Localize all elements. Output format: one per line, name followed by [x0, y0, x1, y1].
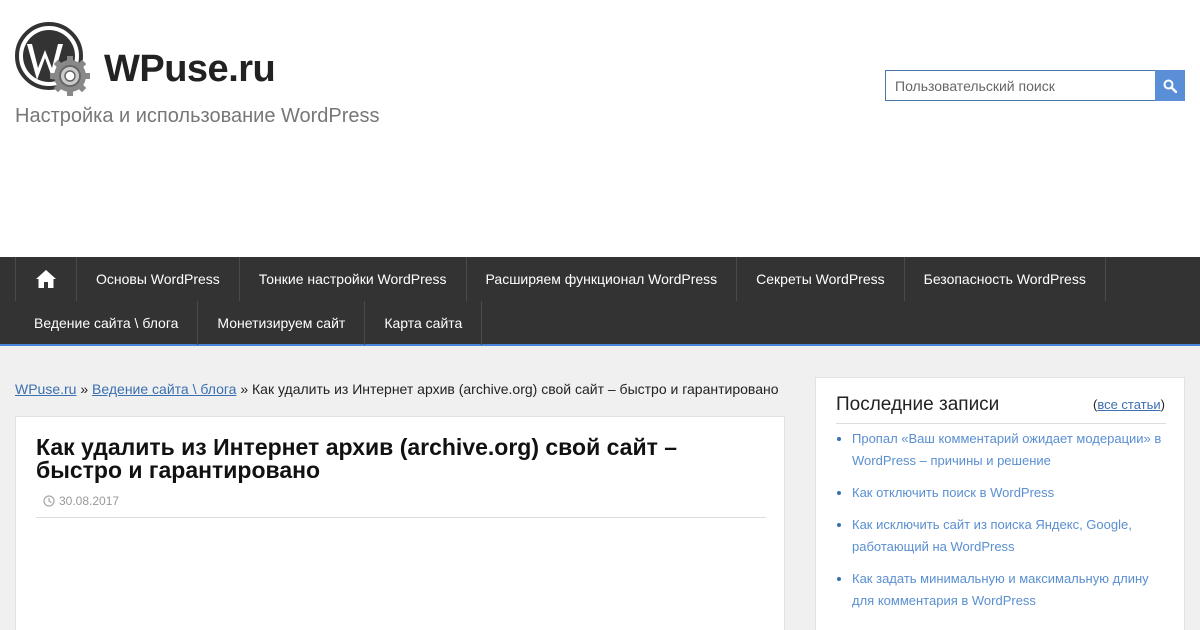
article-title: Как удалить из Интернет архив (archive.o… — [36, 434, 678, 483]
nav-item-secrets[interactable]: Секреты WordPress — [737, 257, 905, 301]
recent-post-link[interactable]: Как исключить сайт из поиска Яндекс, Goo… — [852, 517, 1132, 554]
article-card: Как удалить из Интернет архив (archive.o… — [15, 416, 785, 630]
nav-row-primary: Основы WordPress Тонкие настройки WordPr… — [15, 257, 1106, 301]
recent-post-link[interactable]: Как задать минимальную и максимальную дл… — [852, 571, 1149, 608]
recent-posts-list: Пропал «Ваш комментарий ожидает модераци… — [852, 428, 1168, 622]
nav-row-secondary: Ведение сайта \ блога Монетизируем сайт … — [15, 301, 483, 345]
nav-item-basics[interactable]: Основы WordPress — [77, 257, 240, 301]
nav-item-blogging[interactable]: Ведение сайта \ блога — [15, 301, 199, 345]
article-date-text: 30.08.2017 — [59, 494, 120, 508]
nav-item-monetize[interactable]: Монетизируем сайт — [198, 301, 366, 345]
site-logo[interactable]: WPuse.ru — [15, 22, 295, 98]
search-input[interactable] — [885, 70, 1155, 101]
breadcrumb: WPuse.ru » Ведение сайта \ блога » Как у… — [15, 381, 779, 397]
paren-close: ) — [1160, 397, 1165, 412]
site-tagline: Настройка и использование WordPress — [15, 105, 380, 127]
list-item: Пропал «Ваш комментарий ожидает модераци… — [852, 428, 1168, 472]
list-item: Как отключить поиск в WordPress — [852, 482, 1168, 504]
recent-post-link[interactable]: Пропал «Ваш комментарий ожидает модераци… — [852, 431, 1161, 468]
all-articles-link[interactable]: все статьи — [1097, 397, 1160, 412]
search-form — [885, 70, 1185, 101]
nav-item-security[interactable]: Безопасность WordPress — [905, 257, 1106, 301]
list-item: Как исключить сайт из поиска Яндекс, Goo… — [852, 514, 1168, 558]
nav-item-sitemap[interactable]: Карта сайта — [365, 301, 483, 345]
home-icon — [36, 270, 56, 288]
breadcrumb-category-link[interactable]: Ведение сайта \ блога — [92, 381, 236, 397]
all-articles: (все статьи) — [1093, 397, 1165, 412]
site-header: WPuse.ru Настройка и использование WordP… — [0, 0, 1200, 257]
breadcrumb-separator: » — [236, 381, 253, 397]
sidebar-recent-posts: Последние записи (все статьи) Пропал «Ва… — [815, 377, 1185, 630]
breadcrumb-home-link[interactable]: WPuse.ru — [15, 381, 76, 397]
article-date: 30.08.2017 — [43, 494, 119, 508]
nav-item-extend[interactable]: Расширяем функционал WordPress — [467, 257, 738, 301]
list-item: Как задать минимальную и максимальную дл… — [852, 568, 1168, 612]
widget-divider — [836, 423, 1166, 424]
site-name: WPuse.ru — [104, 48, 276, 90]
nav-home-link[interactable] — [15, 257, 77, 301]
nav-item-fine-tuning[interactable]: Тонкие настройки WordPress — [240, 257, 467, 301]
wordpress-gear-logo-icon — [15, 22, 90, 96]
search-button[interactable] — [1155, 70, 1185, 101]
breadcrumb-separator: » — [76, 381, 93, 397]
breadcrumb-current: Как удалить из Интернет архив (archive.o… — [252, 381, 779, 397]
clock-icon — [43, 495, 55, 507]
main-navigation: Основы WordPress Тонкие настройки WordPr… — [0, 257, 1200, 346]
widget-title: Последние записи — [836, 394, 1000, 415]
article-divider — [36, 517, 766, 518]
search-icon — [1163, 79, 1177, 93]
recent-post-link[interactable]: Как отключить поиск в WordPress — [852, 485, 1054, 500]
